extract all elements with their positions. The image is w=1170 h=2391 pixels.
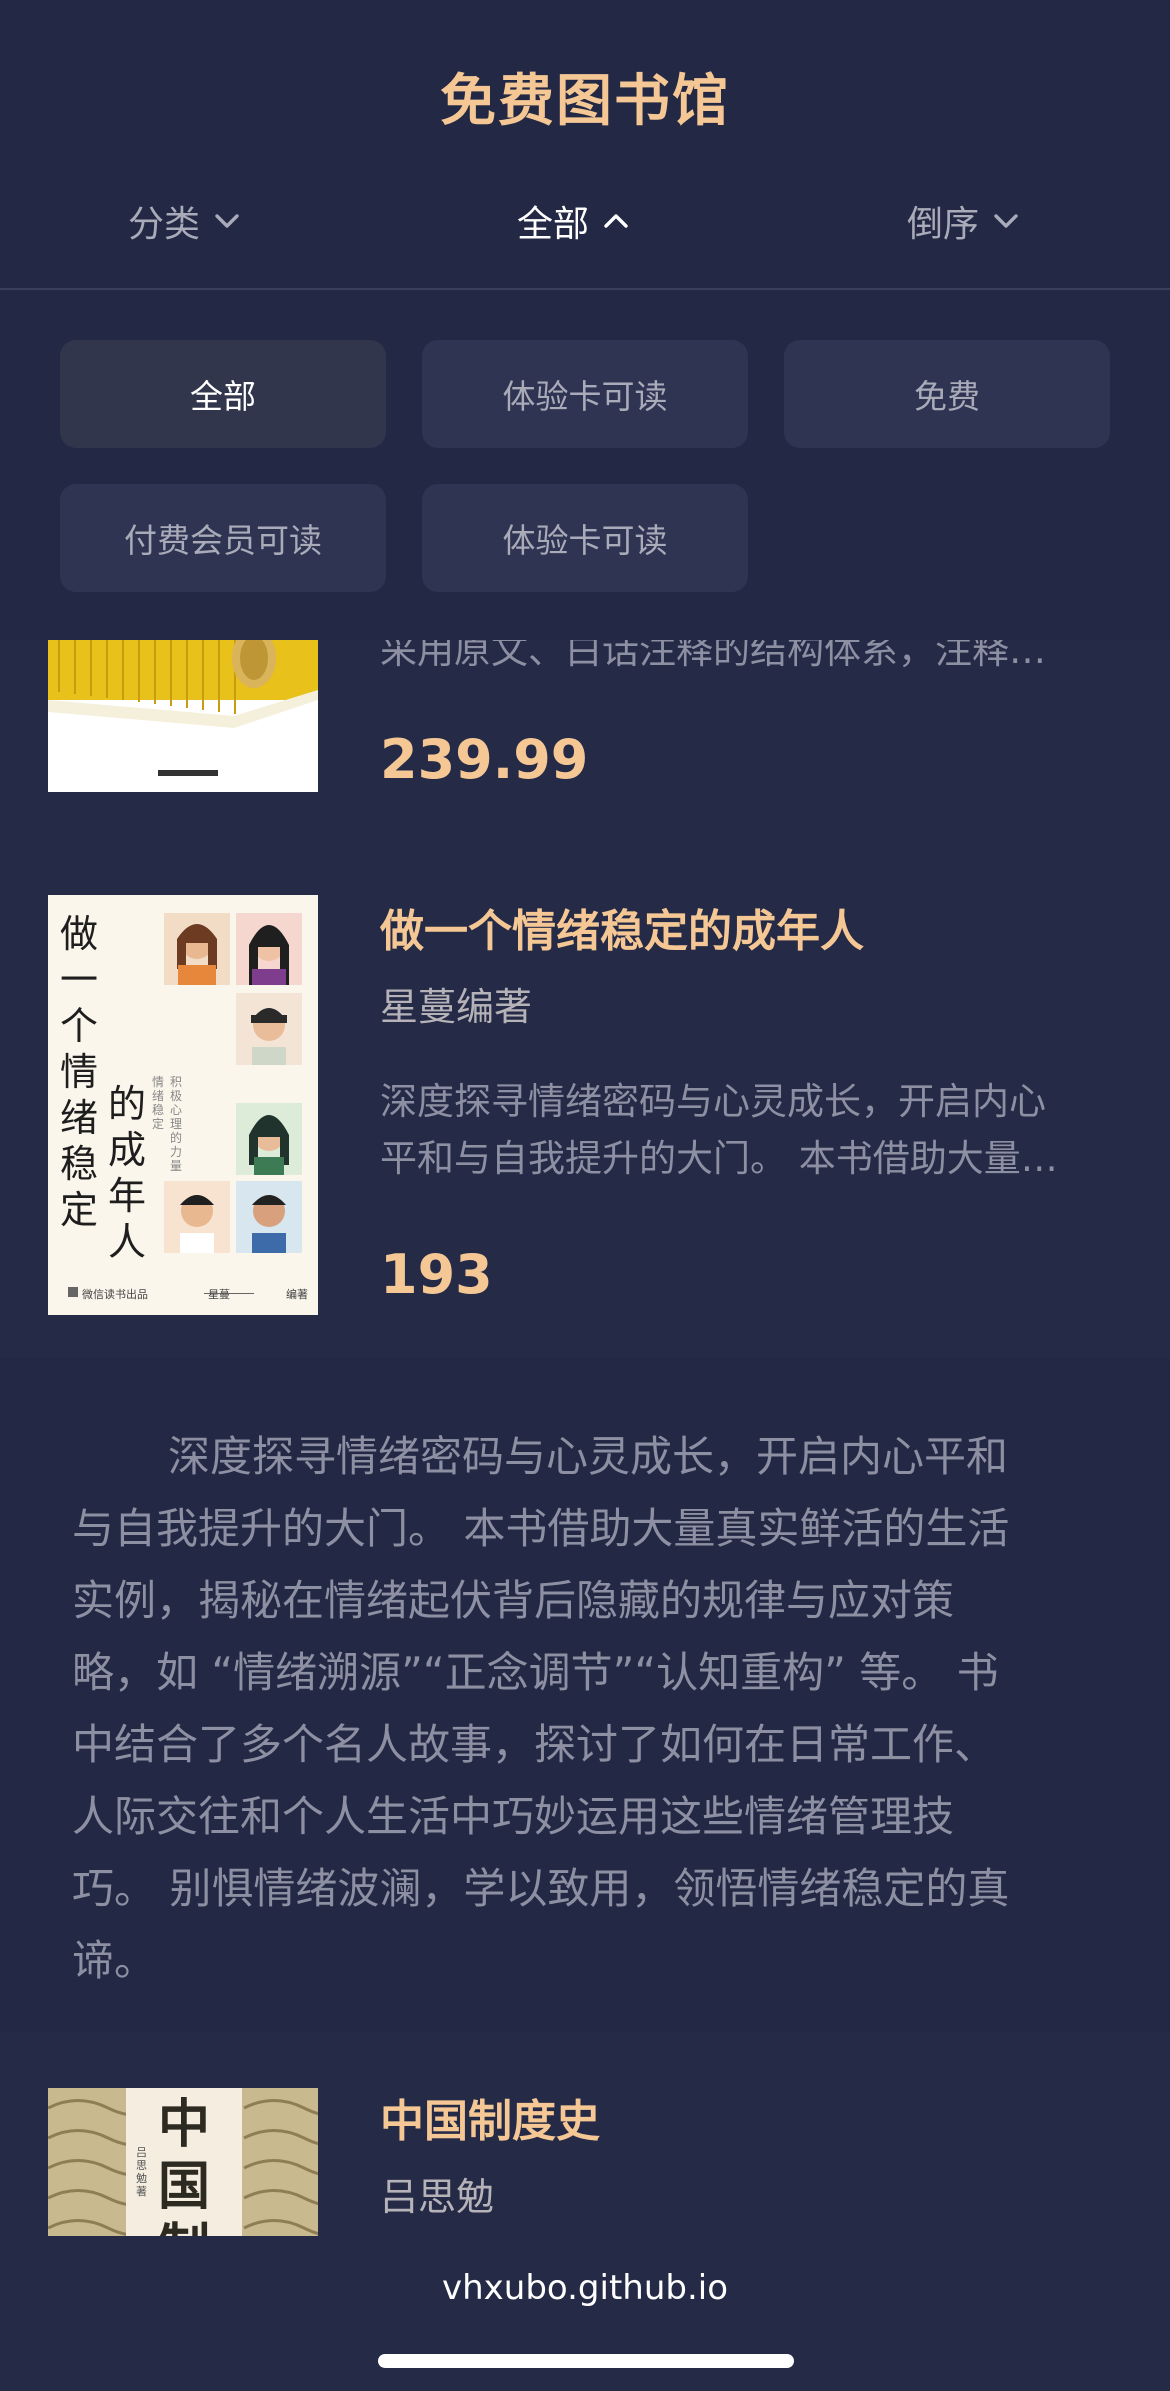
cover-title-b: 的成年人	[108, 1082, 147, 1264]
filter-option-all[interactable]: 全部	[60, 340, 386, 448]
cover-subtitle-b: 情绪稳定	[152, 1075, 165, 1131]
filter-option-paid-member[interactable]: 付费会员可读	[60, 484, 386, 592]
description-text: 深度探寻情绪密码与心灵成长，开启内心平和 与自我提升的大门。 本书借助大量真实鲜…	[72, 1432, 1010, 1985]
cover-title-a: 做一个情绪稳定	[60, 912, 99, 1232]
filter-dropdown-panel: 全部 体验卡可读 免费 付费会员可读 体验卡可读	[0, 290, 1170, 640]
tab-label: 倒序	[907, 204, 980, 245]
filter-option-free[interactable]: 免费	[784, 340, 1110, 448]
filter-option-trial-card[interactable]: 体验卡可读	[422, 340, 748, 448]
page-title: 免费图书馆	[440, 69, 730, 134]
url-label: vhxubo.github.io	[441, 2268, 729, 2308]
book-title: 做一个情绪稳定的成年人	[380, 906, 864, 957]
chevron-down-icon	[994, 214, 1018, 228]
app-screen: 采用原文、白话注释的结构体系，注释… 239.99 做一个情绪稳定 的成年人 积…	[0, 0, 1170, 2391]
tab-filter-all[interactable]: 全部	[517, 195, 629, 247]
book-cover: 做一个情绪稳定 的成年人 积极心理的力量 情绪稳定 微信读书出品 星蔓 编著	[48, 895, 318, 1315]
book-author: 星蔓编著	[380, 985, 533, 1029]
tab-category[interactable]: 分类	[128, 195, 240, 247]
cover-title: 中国制	[158, 2094, 211, 2236]
cover-author: 吕思勉 著	[136, 2146, 147, 2198]
book-item[interactable]: 中国制 吕思勉 著 中国制度史 吕思勉	[0, 2032, 1170, 2391]
chevron-down-icon	[215, 214, 239, 228]
tab-label: 分类	[128, 204, 201, 245]
tab-sort-order[interactable]: 倒序	[907, 195, 1019, 247]
tab-label: 全部	[517, 204, 590, 245]
cover-author-role: 编著	[286, 1288, 308, 1301]
book-cover: 中国制 吕思勉 著	[48, 2088, 318, 2236]
book-author: 吕思勉	[380, 2175, 495, 2219]
home-indicator[interactable]	[378, 2354, 794, 2368]
top-bar: 免费图书馆 分类 全部 倒序	[0, 0, 1170, 290]
book-price: 239.99	[380, 728, 589, 791]
book-description: 深度探寻情绪密码与心灵成长，开启内心 平和与自我提升的大门。 本书借助大量…	[380, 1080, 1058, 1180]
cover-author: 星蔓	[208, 1288, 230, 1301]
book-title: 中国制度史	[380, 2096, 600, 2147]
cover-subtitle-a: 积极心理的力量	[170, 1075, 183, 1173]
cover-publisher: 微信读书出品	[82, 1288, 148, 1301]
expanded-description[interactable]: 深度探寻情绪密码与心灵成长，开启内心平和 与自我提升的大门。 本书借助大量真实鲜…	[0, 1358, 1170, 2032]
book-price: 193	[380, 1243, 493, 1306]
filter-option-trial-card-2[interactable]: 体验卡可读	[422, 484, 748, 592]
chevron-up-icon	[604, 214, 628, 228]
book-item[interactable]: 做一个情绪稳定 的成年人 积极心理的力量 情绪稳定 微信读书出品 星蔓 编著 做…	[0, 843, 1170, 1358]
